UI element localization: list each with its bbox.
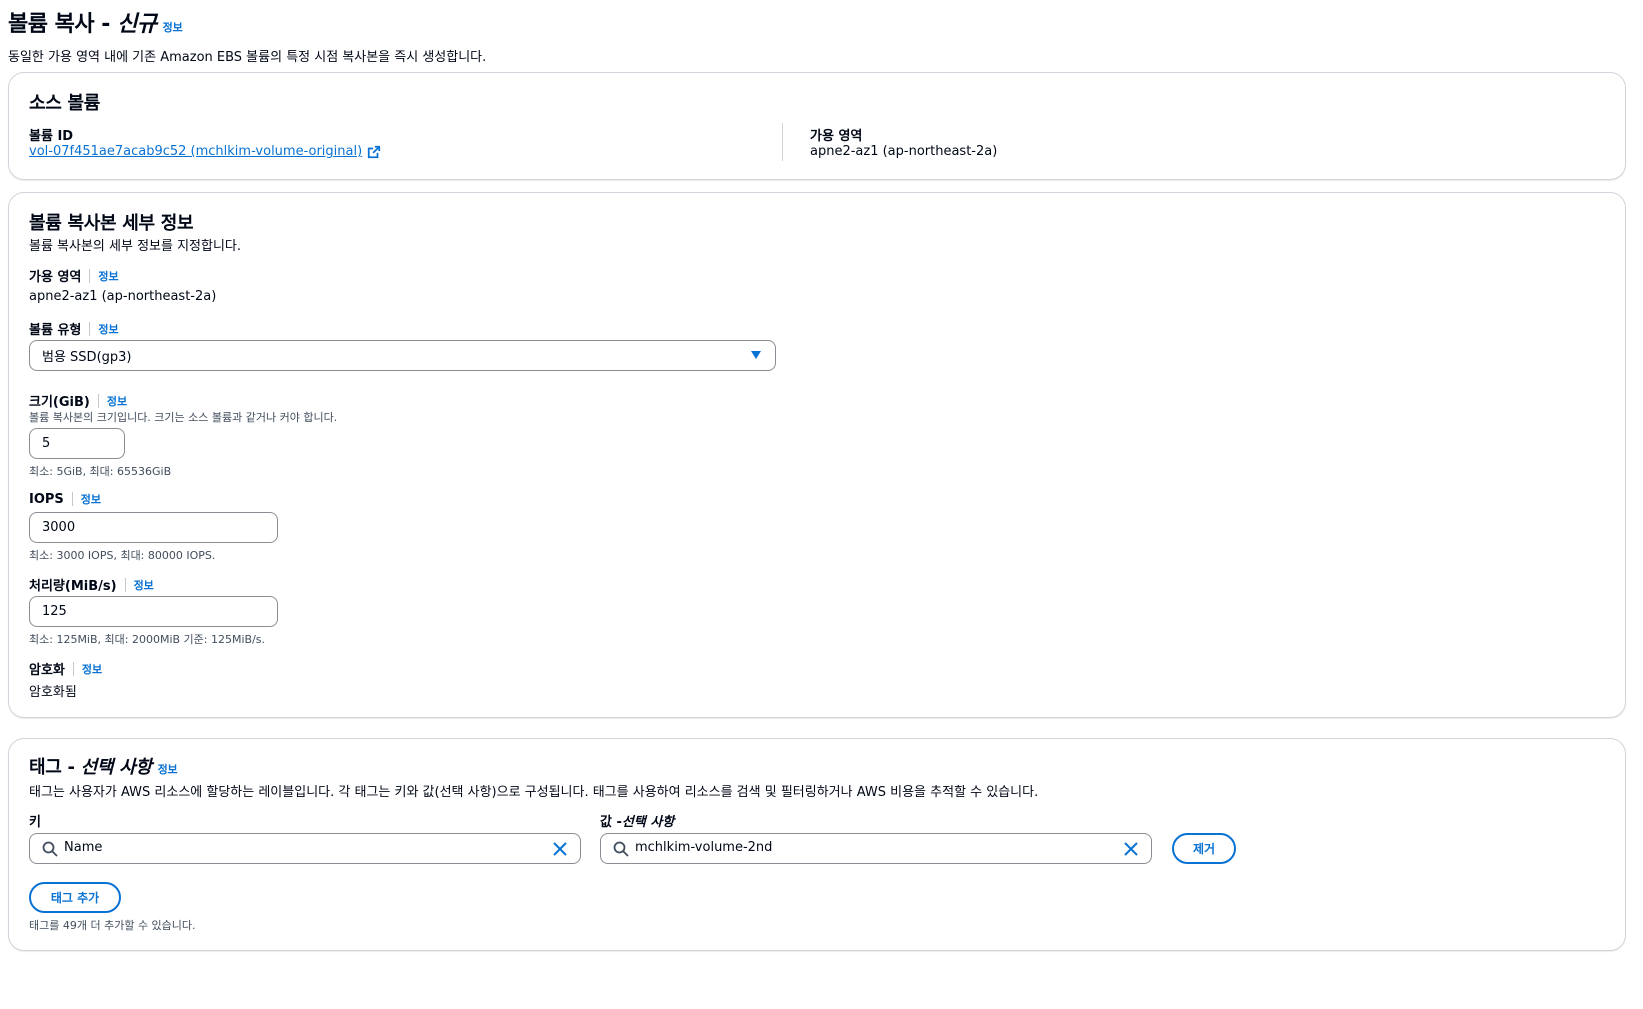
size-info-link[interactable]: 정보: [107, 393, 127, 409]
external-link-icon: [368, 145, 381, 158]
tags-card: 태그 - 선택 사항 정보 태그는 사용자가 AWS 리소스에 할당하는 레이블입…: [8, 738, 1626, 951]
label-separator: [71, 492, 73, 506]
caret-down-icon: [751, 351, 761, 359]
volume-id-label: 볼륨 ID: [29, 129, 74, 144]
az-value: apne2-az1 (ap-northeast-2a): [29, 289, 217, 304]
encryption-value: 암호화됨: [29, 685, 77, 700]
iops-label: IOPS 정보: [29, 491, 101, 507]
page-header: 볼륨 복사 - 신규 정보 동일한 가용 영역 내에 기존 Amazon EBS …: [8, 6, 486, 65]
throughput-info-link[interactable]: 정보: [134, 577, 154, 593]
search-icon: [42, 841, 58, 857]
source-az-label: 가용 영역: [810, 129, 863, 144]
label-separator: [124, 577, 126, 592]
tags-title-emphasis: 선택 사항: [80, 757, 152, 778]
size-constraint-hint: 최소: 5GiB, 최대: 65536GiB: [29, 465, 172, 478]
volume-id-value: vol-07f451ae7acab9c52 (mchlkim-volume-or…: [29, 144, 381, 159]
label-separator: [72, 661, 74, 676]
column-divider: [782, 123, 783, 161]
volume-type-info-link[interactable]: 정보: [98, 321, 118, 337]
clear-icon[interactable]: [1123, 841, 1139, 857]
tags-title-main: 태그 -: [29, 757, 81, 778]
encryption-label: 암호화 정보: [29, 659, 102, 678]
add-tag-button[interactable]: 태그 추가: [29, 882, 121, 913]
label-separator: [97, 393, 99, 408]
tag-key-input-value: Name: [64, 840, 103, 855]
tag-key-label: 키: [29, 815, 41, 830]
iops-label-text: IOPS: [29, 491, 64, 507]
label-separator: [89, 268, 91, 283]
az-label-text: 가용 영역: [29, 270, 82, 285]
remove-tag-button[interactable]: 제거: [1172, 833, 1236, 864]
volume-type-label-text: 볼륨 유형: [29, 323, 82, 338]
tag-value-input[interactable]: mchlkim-volume-2nd: [600, 833, 1152, 864]
throughput-input[interactable]: 125: [29, 596, 278, 627]
az-info-link[interactable]: 정보: [98, 268, 118, 284]
page-title: 볼륨 복사 - 신규: [8, 12, 157, 37]
volume-type-label: 볼륨 유형 정보: [29, 319, 119, 338]
label-separator: [89, 321, 91, 336]
iops-input[interactable]: 3000: [29, 512, 278, 543]
iops-info-link[interactable]: 정보: [81, 491, 101, 507]
tag-key-input[interactable]: Name: [29, 833, 581, 864]
tags-info-link[interactable]: 정보: [158, 763, 178, 776]
volume-id-link-text: vol-07f451ae7acab9c52 (mchlkim-volume-or…: [29, 144, 363, 159]
search-icon: [613, 841, 629, 857]
page-title-emphasis: 신규: [117, 12, 157, 37]
copy-details-description: 볼륨 복사본의 세부 정보를 지정합니다.: [29, 239, 242, 254]
encryption-info-link[interactable]: 정보: [82, 661, 102, 677]
size-input[interactable]: 5: [29, 428, 125, 459]
tags-remaining-hint: 태그를 49개 더 추가할 수 있습니다.: [29, 919, 196, 932]
throughput-label-text: 처리량(MiB/s): [29, 579, 117, 594]
tag-value-label-emphasis: 선택 사항: [621, 815, 675, 830]
tags-title: 태그 - 선택 사항 정보: [29, 753, 178, 779]
size-label: 크기(GiB) 정보: [29, 391, 127, 410]
page-info-link[interactable]: 정보: [163, 21, 183, 34]
tag-value-input-value: mchlkim-volume-2nd: [635, 840, 773, 855]
size-description: 볼륨 복사본의 크기입니다. 크기는 소스 볼륨과 같거나 커야 합니다.: [29, 411, 338, 424]
source-volume-card: 소스 볼륨 볼륨 ID vol-07f451ae7acab9c52 (mchlk…: [8, 72, 1626, 180]
throughput-constraint-hint: 최소: 125MiB, 최대: 2000MiB 기준: 125MiB/s.: [29, 633, 266, 646]
az-label: 가용 영역 정보: [29, 266, 119, 285]
clear-icon[interactable]: [552, 841, 568, 857]
tag-value-label: 값 - 선택 사항: [600, 811, 674, 830]
copy-details-card: 볼륨 복사본 세부 정보 볼륨 복사본의 세부 정보를 지정합니다. 가용 영역…: [8, 192, 1626, 718]
volume-id-link[interactable]: vol-07f451ae7acab9c52 (mchlkim-volume-or…: [29, 144, 381, 159]
page-title-main: 볼륨 복사 -: [8, 12, 118, 37]
throughput-label: 처리량(MiB/s) 정보: [29, 575, 154, 594]
size-label-text: 크기(GiB): [29, 395, 90, 410]
source-volume-title: 소스 볼륨: [29, 93, 101, 114]
volume-type-select-value: 범용 SSD(gp3): [42, 350, 132, 365]
volume-type-select[interactable]: 범용 SSD(gp3): [29, 340, 776, 371]
copy-details-title: 볼륨 복사본 세부 정보: [29, 213, 194, 234]
iops-constraint-hint: 최소: 3000 IOPS, 최대: 80000 IOPS.: [29, 549, 216, 562]
tag-value-label-main: 값 -: [600, 815, 622, 830]
page-description: 동일한 가용 영역 내에 기존 Amazon EBS 볼륨의 특정 시점 복사본…: [8, 50, 487, 65]
source-az-value: apne2-az1 (ap-northeast-2a): [810, 144, 998, 159]
tags-description: 태그는 사용자가 AWS 리소스에 할당하는 레이블입니다. 각 태그는 키와 …: [29, 785, 1039, 800]
encryption-label-text: 암호화: [29, 663, 65, 678]
